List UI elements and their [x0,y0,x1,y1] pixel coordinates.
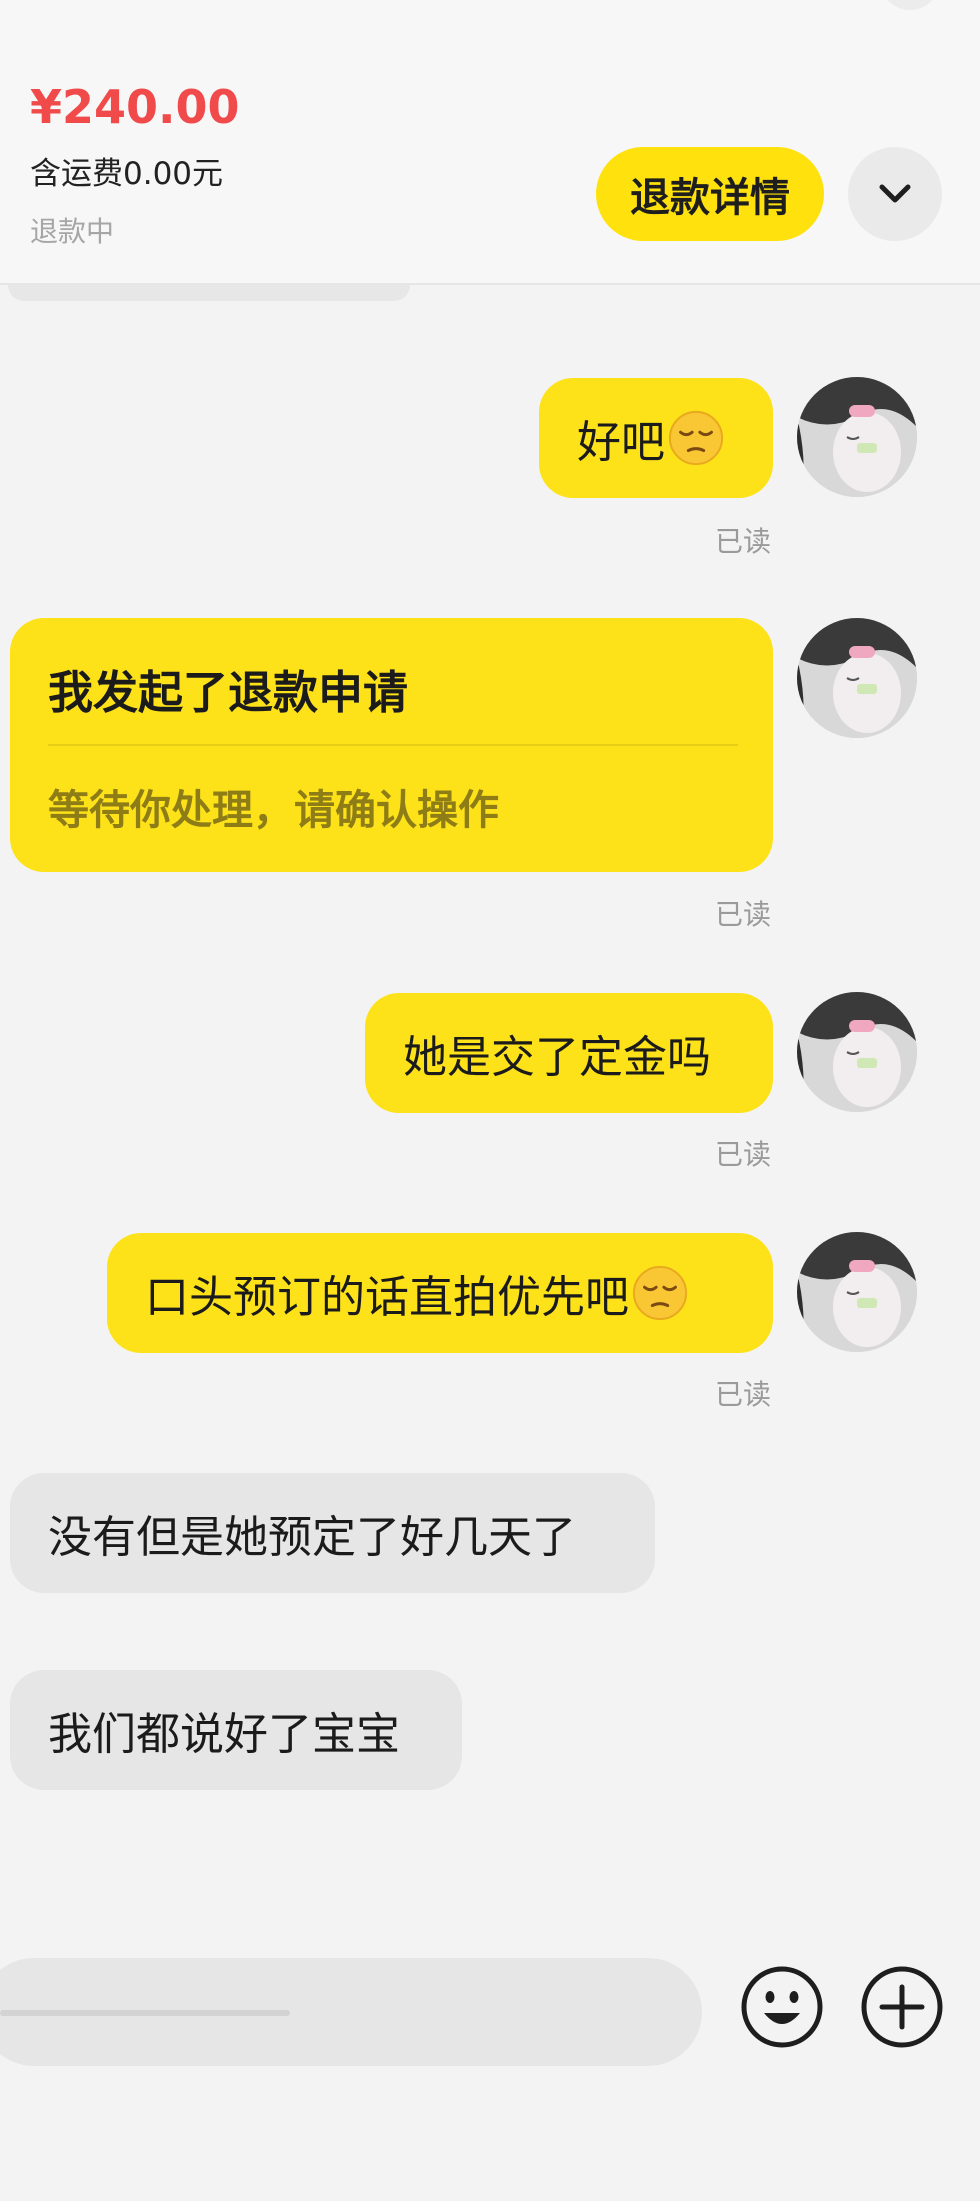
avatar[interactable] [797,377,917,497]
partial-top-button[interactable] [880,0,940,10]
avatar-image [797,377,917,497]
expand-button[interactable] [848,147,942,241]
previous-message-bubble [8,285,410,301]
smiley-icon[interactable] [738,1963,826,2051]
avatar[interactable] [797,618,917,738]
message-bubble-sent[interactable]: 口头预订的话直拍优先吧 [107,1233,773,1353]
message-text: 没有但是她预定了好几天了 [48,1512,576,1563]
card-divider [48,744,738,746]
message-text: 我们都说好了宝宝 [48,1709,400,1760]
pensive-face-icon [632,1265,688,1321]
read-receipt: 已读 [715,1378,772,1411]
refund-details-button[interactable]: 退款详情 [596,147,824,241]
avatar-image [797,1232,917,1352]
input-text-blurred [0,2010,290,2016]
refund-request-card[interactable]: 我发起了退款申请 等待你处理，请确认操作 [10,618,773,872]
order-price: ¥240.00 [30,80,240,134]
avatar-image [797,992,917,1112]
message-text: 她是交了定金吗 [403,1032,711,1083]
read-receipt: 已读 [715,1138,772,1171]
shipping-fee: 含运费0.00元 [30,156,224,192]
order-status: 退款中 [30,215,115,248]
avatar-image [797,618,917,738]
message-bubble-sent[interactable]: 她是交了定金吗 [365,993,773,1113]
pensive-face-icon [668,410,724,466]
refund-card-title: 我发起了退款申请 [48,666,409,719]
avatar[interactable] [797,1232,917,1352]
message-bubble-received[interactable]: 没有但是她预定了好几天了 [10,1473,655,1593]
message-text: 好吧 [577,417,665,468]
message-bubble-received[interactable]: 我们都说好了宝宝 [10,1670,462,1790]
avatar[interactable] [797,992,917,1112]
chevron-down-icon [879,184,911,203]
message-bubble-sent[interactable]: 好吧 [539,378,773,498]
read-receipt: 已读 [715,525,772,558]
message-text: 口头预订的话直拍优先吧 [145,1272,629,1323]
read-receipt: 已读 [715,898,772,931]
order-header: ¥240.00 含运费0.00元 退款中 退款详情 [0,0,980,285]
plus-icon[interactable] [858,1963,946,2051]
refund-card-subtitle: 等待你处理，请确认操作 [48,786,499,834]
message-input[interactable] [0,1958,702,2066]
